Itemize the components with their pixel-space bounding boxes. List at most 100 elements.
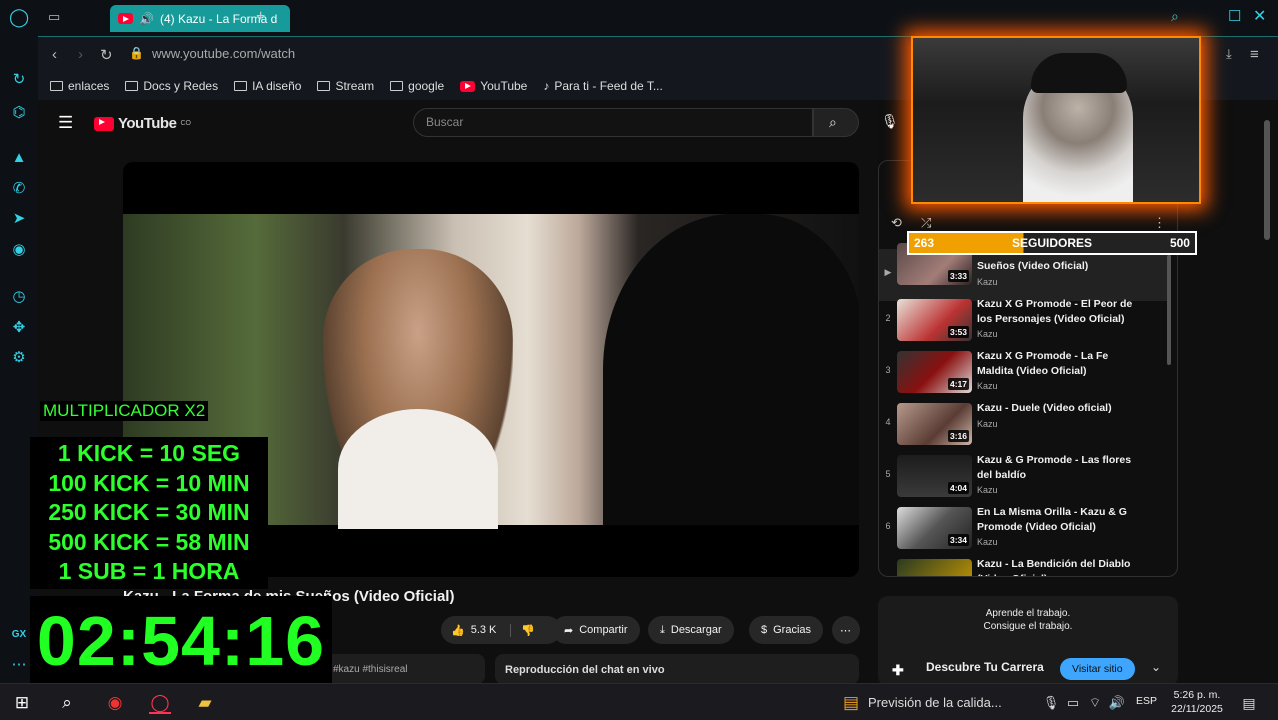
bookmark-label: enlaces bbox=[68, 79, 110, 93]
more-icon[interactable]: ⋯ bbox=[9, 655, 29, 675]
discord-icon[interactable]: ◉ bbox=[9, 240, 29, 260]
playlist-item[interactable]: 6 3:34 En La Misma Orilla - Kazu & G Pro… bbox=[879, 503, 1171, 555]
aria-icon[interactable]: ⌬ bbox=[9, 103, 29, 123]
voice-search-icon[interactable]: 🎙 bbox=[881, 113, 899, 130]
playlist-num: 4 bbox=[885, 417, 891, 427]
extensions-icon[interactable]: ✥ bbox=[9, 318, 29, 338]
bookmark-tiktok[interactable]: ♪ Para ti - Feed de T... bbox=[543, 79, 663, 93]
tab-menu-icon[interactable]: ▭ bbox=[48, 9, 60, 25]
bookmark-ia-diseno[interactable]: IA diseño bbox=[234, 79, 301, 93]
subathon-timer: 02:54:16 bbox=[30, 596, 332, 686]
search-icon[interactable]: ⌕ bbox=[56, 692, 78, 714]
page-scrollbar[interactable] bbox=[1264, 120, 1270, 240]
playlist-title: Kazu - Duele (Video oficial) bbox=[977, 402, 1112, 414]
description-tags: #kazu #thisisreal bbox=[333, 664, 408, 675]
thanks-button[interactable]: $ Gracias bbox=[749, 616, 824, 644]
back-button[interactable]: ‹ bbox=[52, 46, 57, 63]
download-button[interactable]: ⤓ Descargar bbox=[648, 616, 734, 644]
playlist-item[interactable]: Kazu - La Bendición del Diablo (Video Of… bbox=[879, 555, 1171, 576]
volume-icon[interactable]: 🔊 bbox=[1106, 692, 1128, 714]
more-actions-button[interactable]: ⋯ bbox=[832, 616, 860, 644]
loop-icon[interactable]: ⟲ bbox=[891, 215, 902, 231]
video-foreground-figure bbox=[603, 214, 859, 525]
playlist-menu-icon[interactable]: ⋮ bbox=[1153, 215, 1166, 231]
close-window-button[interactable]: ✕ bbox=[1253, 6, 1266, 26]
wifi-icon[interactable]: ⌔ bbox=[1084, 692, 1106, 714]
playlist-thumbnail: 3:16 bbox=[897, 403, 972, 445]
youtube-logo[interactable]: YouTube CO bbox=[94, 115, 191, 132]
obs-icon[interactable]: ◉ bbox=[104, 692, 126, 714]
live-chat-replay[interactable]: Reproducción del chat en vivo bbox=[495, 654, 859, 684]
history-icon[interactable]: ◷ bbox=[9, 287, 29, 307]
settings-icon[interactable]: ⚙ bbox=[9, 348, 29, 368]
bookmark-youtube[interactable]: YouTube bbox=[460, 79, 527, 93]
bookmark-docs-y-redes[interactable]: Docs y Redes bbox=[125, 79, 218, 93]
ad-title: Descubre Tu Carrera bbox=[926, 660, 1044, 674]
weather-icon[interactable]: ▤ bbox=[840, 692, 862, 714]
playlist-title: Kazu X G Promode - El Peor de los Person… bbox=[977, 298, 1133, 325]
microphone-icon[interactable]: 🎙 bbox=[1040, 692, 1062, 714]
lock-icon: 🔒 bbox=[129, 46, 144, 60]
reload-button[interactable]: ↻ bbox=[100, 46, 113, 64]
playlist-item[interactable]: 5 4:04 Kazu & G Promode - Las flores del… bbox=[879, 451, 1171, 503]
search-tabs-icon[interactable]: ⌕ bbox=[1171, 8, 1179, 25]
news-widget[interactable]: Previsión de la calida... bbox=[868, 695, 1002, 710]
duration-badge: 4:04 bbox=[947, 482, 969, 494]
youtube-icon bbox=[94, 116, 114, 131]
playlist-item[interactable]: ▶ 3:33 Sueños (Video Oficial) Kazu bbox=[879, 243, 1171, 301]
bookmark-label: Para ti - Feed de T... bbox=[554, 79, 663, 93]
system-clock[interactable]: 5:26 p. m. 22/11/2025 bbox=[1166, 688, 1228, 716]
telegram-icon[interactable]: ➤ bbox=[9, 209, 29, 229]
language-indicator[interactable]: ESP bbox=[1136, 695, 1157, 707]
like-count[interactable]: 5.3 K bbox=[471, 624, 497, 636]
playlist-num: 5 bbox=[885, 469, 891, 479]
search-button[interactable]: ⌕ bbox=[813, 108, 859, 137]
shuffle-icon[interactable]: ⤮ bbox=[921, 215, 931, 231]
playlist-thumbnail: 4:17 bbox=[897, 351, 972, 393]
chat-label: Reproducción del chat en vivo bbox=[505, 664, 665, 676]
description-box[interactable]: #kazu #thisisreal bbox=[323, 654, 485, 684]
followers-goal: 500 bbox=[1169, 236, 1190, 250]
bookmark-google[interactable]: google bbox=[390, 79, 444, 93]
opera-gx-icon[interactable]: ◯ bbox=[149, 692, 171, 714]
video-subject-shirt bbox=[338, 409, 498, 529]
maximize-button[interactable]: ☐ bbox=[1228, 7, 1241, 25]
like-icon[interactable]: 👍 bbox=[451, 624, 465, 637]
gx-icon[interactable]: GX bbox=[9, 625, 29, 645]
playlist-title: Kazu & G Promode - Las flores del baldío bbox=[977, 454, 1132, 481]
playlist-item[interactable]: 4 3:16 Kazu - Duele (Video oficial) Kazu bbox=[879, 399, 1171, 451]
ad-card: Aprende el trabajo. Consigue el trabajo.… bbox=[878, 596, 1178, 686]
folder-icon bbox=[390, 81, 404, 91]
playlist-title: En La Misma Orilla - Kazu & G Promode (V… bbox=[977, 506, 1127, 533]
duration-badge: 3:16 bbox=[947, 430, 969, 442]
playlist-item[interactable]: 3 4:17 Kazu X G Promode - La Fe Maldita … bbox=[879, 347, 1171, 399]
download-icon: ⤓ bbox=[660, 623, 665, 636]
folder-icon bbox=[317, 81, 331, 91]
whatsapp-icon[interactable]: ✆ bbox=[9, 179, 29, 199]
playlist-item[interactable]: 2 3:53 Kazu X G Promode - El Peor de los… bbox=[879, 295, 1171, 347]
battery-icon[interactable]: ▭ bbox=[1062, 692, 1084, 714]
speed-dial-icon[interactable]: ↻ bbox=[9, 70, 29, 90]
ad-chevron-down-icon[interactable]: ⌄ bbox=[1151, 660, 1161, 674]
opera-logo-icon[interactable]: ◯ bbox=[9, 7, 29, 27]
messenger-icon[interactable]: ▲ bbox=[9, 148, 29, 168]
clock-date: 22/11/2025 bbox=[1171, 703, 1223, 715]
hamburger-menu-icon[interactable]: ☰ bbox=[58, 113, 73, 133]
windows-start-icon[interactable]: ⊞ bbox=[11, 692, 33, 714]
easy-setup-icon[interactable]: ≡ bbox=[1250, 46, 1259, 63]
share-button[interactable]: ➦ Compartir bbox=[552, 616, 640, 644]
download-icon[interactable]: ⤓ bbox=[1226, 46, 1232, 62]
notifications-icon[interactable]: ▤ bbox=[1238, 692, 1260, 714]
file-explorer-icon[interactable]: ▰ bbox=[194, 692, 216, 714]
visit-site-button[interactable]: Visitar sitio bbox=[1060, 658, 1135, 680]
playlist-scrollbar[interactable] bbox=[1167, 255, 1171, 365]
url-field[interactable]: www.youtube.com/watch bbox=[152, 46, 295, 61]
playlist-num: ▶ bbox=[884, 267, 892, 277]
bookmark-stream[interactable]: Stream bbox=[317, 79, 374, 93]
duration-badge: 3:53 bbox=[947, 326, 969, 338]
new-tab-button[interactable]: + bbox=[256, 8, 265, 26]
search-input[interactable]: Buscar bbox=[413, 108, 813, 137]
bookmark-enlaces[interactable]: enlaces bbox=[50, 79, 109, 93]
dislike-icon[interactable]: 👎 bbox=[510, 623, 535, 637]
forward-button[interactable]: › bbox=[78, 46, 83, 63]
